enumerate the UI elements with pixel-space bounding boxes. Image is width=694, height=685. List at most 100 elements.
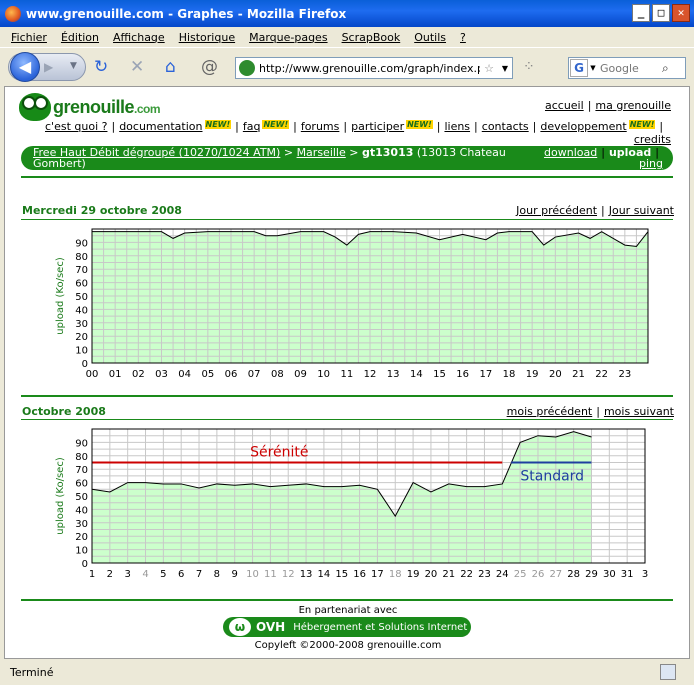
link-jour-precedent[interactable]: Jour précédent: [516, 204, 597, 217]
engine-dropdown-icon[interactable]: ▼: [588, 64, 598, 72]
ovh-name: OVH: [256, 620, 286, 634]
nav-contacts[interactable]: contacts: [482, 120, 529, 133]
x-tick-label: 4: [142, 569, 148, 580]
x-tick-label: 13: [300, 569, 313, 580]
nav-liens[interactable]: liens: [444, 120, 470, 133]
x-tick-label: 23: [478, 569, 491, 580]
site-favicon: [239, 60, 255, 76]
nav-documentation[interactable]: documentation: [119, 120, 202, 133]
nav-participer[interactable]: participer: [351, 120, 404, 133]
page-viewport: grenouille.com accueil | ma grenouille c'e…: [4, 86, 690, 659]
new-badge: NEW!: [262, 120, 290, 129]
x-tick-label: 16: [353, 569, 366, 580]
stop-icon[interactable]: ✕: [130, 58, 144, 76]
x-tick-label: 08: [271, 369, 284, 380]
history-dropdown-icon[interactable]: ▼: [70, 61, 77, 71]
new-badge: NEW!: [406, 120, 433, 129]
menu-historique[interactable]: Historique: [172, 31, 242, 44]
month-upload-chart: 0102030405060708090upload (Ko/sec)1 2 3 4 5 6…: [55, 428, 648, 580]
link-download[interactable]: download: [544, 146, 597, 159]
divider: [21, 176, 673, 178]
menu-outils[interactable]: Outils: [407, 31, 453, 44]
x-tick-label: 15: [433, 369, 446, 380]
menu-fichier[interactable]: Fichier: [4, 31, 54, 44]
link-jour-suivant[interactable]: Jour suivant: [609, 204, 674, 217]
x-tick-label: 30: [603, 569, 616, 580]
menu-affichage[interactable]: Affichage: [106, 31, 172, 44]
x-tick-label: 17: [479, 369, 492, 380]
new-badge: NEW!: [204, 120, 232, 129]
site-logo[interactable]: grenouille.com: [19, 93, 161, 121]
x-tick-label: 19: [526, 369, 539, 380]
threshold-label-serenite: Sérénité: [250, 445, 308, 461]
ovh-logo-icon: ω: [229, 618, 251, 636]
back-button[interactable]: ◀: [10, 52, 40, 82]
new-badge: NEW!: [628, 120, 656, 129]
x-tick-label: 00: [86, 369, 99, 380]
divider: [21, 599, 673, 601]
nav-forums[interactable]: forums: [301, 120, 340, 133]
x-tick-label: 3: [642, 569, 648, 580]
menu-marque-pages[interactable]: Marque-pages: [242, 31, 334, 44]
at-sign-icon[interactable]: @: [201, 58, 218, 76]
y-tick-label: 80: [75, 252, 88, 263]
divider: [21, 419, 673, 420]
link-mois-precedent[interactable]: mois précédent: [507, 405, 593, 418]
partner-text: En partenariat avec: [298, 605, 398, 616]
bookmark-star-icon[interactable]: ☆: [480, 62, 498, 75]
y-tick-label: 40: [75, 505, 88, 516]
copyleft: Copyleft ©2000-2008 grenouille.com: [254, 640, 442, 651]
ovh-tagline: Hébergement et Solutions Internet: [293, 621, 468, 633]
x-tick-label: 21: [442, 569, 455, 580]
y-tick-label: 90: [75, 438, 88, 449]
search-bar[interactable]: G ▼ ⌕: [568, 57, 686, 79]
x-tick-label: 7: [196, 569, 202, 580]
breadcrumb-city[interactable]: Marseille: [297, 146, 346, 159]
y-tick-label: 40: [75, 305, 88, 316]
top-links: accueil | ma grenouille: [544, 99, 671, 112]
x-tick-label: 22: [595, 369, 608, 380]
x-tick-label: 14: [318, 569, 331, 580]
y-axis-label: upload (Ko/sec): [55, 457, 66, 535]
forward-button[interactable]: ▶: [44, 60, 53, 74]
menu-bar: Fichier Édition Affichage Historique Mar…: [0, 27, 694, 47]
y-tick-label: 80: [75, 452, 88, 463]
ovh-banner[interactable]: ω OVH Hébergement et Solutions Internet: [223, 617, 471, 637]
y-tick-label: 10: [75, 546, 88, 557]
maximize-button[interactable]: □: [652, 4, 670, 22]
nav-cest-quoi[interactable]: c'est quoi ?: [45, 120, 107, 133]
link-mois-suivant[interactable]: mois suivant: [604, 405, 674, 418]
link-ping[interactable]: ping: [639, 157, 663, 170]
url-text[interactable]: http://www.grenouille.com/graph/index.ph: [259, 62, 480, 75]
puzzle-icon[interactable]: ⁘: [523, 58, 535, 76]
search-input[interactable]: [598, 60, 662, 76]
google-engine-icon[interactable]: G: [570, 59, 588, 77]
minimize-button[interactable]: _: [632, 4, 650, 22]
x-tick-label: 27: [549, 569, 562, 580]
x-tick-label: 8: [214, 569, 220, 580]
link-credits[interactable]: credits: [634, 133, 671, 146]
x-tick-label: 6: [178, 569, 184, 580]
close-button[interactable]: ✕: [672, 4, 690, 22]
search-icon[interactable]: ⌕: [662, 61, 678, 76]
x-tick-label: 23: [618, 369, 631, 380]
url-dropdown-icon[interactable]: ▼: [498, 64, 512, 73]
nav-faq[interactable]: faq: [243, 120, 261, 133]
window-title: www.grenouille.com - Graphes - Mozilla F…: [26, 6, 347, 21]
home-icon[interactable]: ⌂: [165, 58, 176, 76]
link-accueil[interactable]: accueil: [545, 99, 584, 112]
divider: [21, 395, 673, 397]
menu-scrapbook[interactable]: ScrapBook: [335, 31, 408, 44]
nav-developpement[interactable]: developpement: [540, 120, 626, 133]
menu-help[interactable]: ?: [453, 31, 473, 44]
menu-edition[interactable]: Édition: [54, 31, 106, 44]
link-ma-grenouille[interactable]: ma grenouille: [595, 99, 671, 112]
x-tick-label: 17: [371, 569, 384, 580]
graph-type-links: download | upload | ping: [544, 146, 663, 170]
site-nav: c'est quoi ? | documentation NEW! | faq NEW! | f…: [45, 120, 664, 133]
breadcrumb-node: gt13013: [361, 146, 414, 159]
x-tick-label: 13: [387, 369, 400, 380]
reload-icon[interactable]: ↻: [94, 58, 108, 76]
x-tick-label: 10: [246, 569, 259, 580]
url-bar[interactable]: http://www.grenouille.com/graph/index.ph…: [235, 57, 513, 79]
